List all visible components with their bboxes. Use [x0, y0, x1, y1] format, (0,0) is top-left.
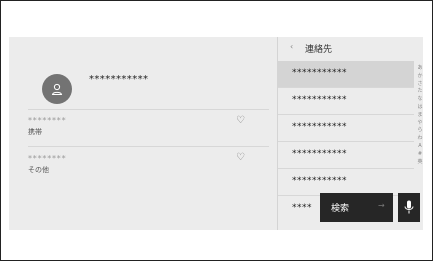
list-title: 連絡先 [305, 45, 333, 55]
kana-index-item[interactable]: さ [415, 81, 425, 89]
kana-index-item[interactable]: や [415, 120, 425, 128]
phone-type-label: その他 [28, 166, 49, 174]
list-item-label: *********** [292, 122, 347, 132]
kana-index-item[interactable]: な [415, 96, 425, 104]
list-item-label: *********** [292, 68, 347, 78]
list-item-label: *********** [292, 95, 347, 105]
favorite-heart-icon[interactable]: ♡ [236, 152, 245, 163]
search-label: 検索 [331, 204, 350, 214]
favorite-heart-icon[interactable]: ♡ [236, 115, 245, 126]
kana-index-item[interactable]: は [415, 104, 425, 112]
kana-index-item[interactable]: あ [415, 65, 425, 73]
arrow-right-icon: → [378, 201, 385, 210]
phone-number[interactable]: ******** [28, 116, 66, 125]
kana-index-item[interactable]: A [415, 143, 425, 151]
person-icon [51, 83, 63, 95]
phone-type-label: 携帯 [28, 128, 42, 136]
list-item[interactable]: *********** [278, 115, 414, 142]
list-item-label: *********** [292, 149, 347, 159]
kana-index-item[interactable]: 英 [415, 159, 425, 167]
avatar [42, 74, 72, 104]
kana-index-item[interactable]: か [415, 73, 425, 81]
contact-name: *********** [89, 74, 149, 85]
microphone-icon [404, 200, 414, 214]
kana-index-bar[interactable]: あ か さ た な は ま や ら わ A # 英 [415, 65, 425, 166]
divider [28, 109, 269, 110]
voice-input-button[interactable] [398, 193, 420, 222]
kana-index-item[interactable]: ま [415, 112, 425, 120]
phone-number[interactable]: ******** [28, 154, 66, 163]
list-item[interactable]: *********** [278, 142, 414, 169]
list-item-label: *********** [292, 176, 347, 186]
list-item[interactable]: *********** [278, 88, 414, 115]
divider [28, 146, 269, 147]
list-item-label: **** [292, 203, 312, 213]
back-arrow-icon[interactable]: ‹ [290, 42, 293, 51]
list-item[interactable]: *********** [278, 61, 414, 88]
kana-index-item[interactable]: わ [415, 135, 425, 143]
kana-index-item[interactable]: ら [415, 127, 425, 135]
kana-index-item[interactable]: # [415, 151, 425, 159]
list-item[interactable]: *********** [278, 169, 414, 196]
contact-detail-screen: *********** ******** 携帯 ♡ ******** その他 ♡… [9, 37, 423, 230]
search-button[interactable]: 検索 → [320, 193, 393, 222]
